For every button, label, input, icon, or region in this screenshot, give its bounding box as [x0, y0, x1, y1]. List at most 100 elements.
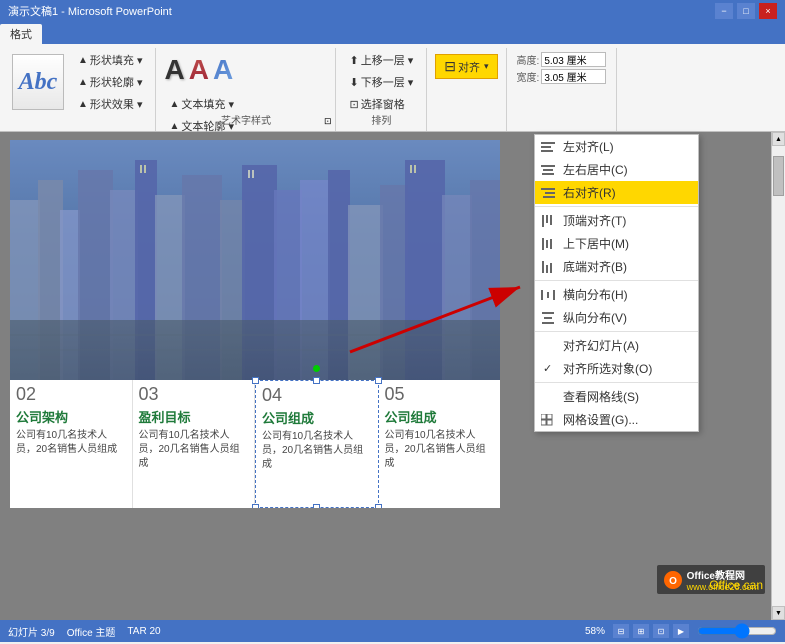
handle-bm [313, 504, 320, 508]
view-buttons: ⊟ ⊞ ⊡ ▶ [613, 624, 689, 638]
slide-info: 幻灯片 3/9 [8, 624, 55, 639]
shape-fill-button[interactable]: ▲ 形状填充 ▾ [73, 50, 147, 70]
maximize-button[interactable]: □ [737, 3, 755, 19]
send-backward-button[interactable]: ⬇ 下移一层 ▾ [344, 72, 418, 92]
close-button[interactable]: × [759, 3, 777, 19]
handle-tm [313, 377, 320, 384]
city-svg [10, 140, 500, 380]
handle-tr [375, 377, 382, 384]
arrange-row-1: ⬆ 上移一层 ▾ [344, 50, 418, 70]
col-num-05: 05 [385, 384, 495, 405]
ribbon-group-wordart: A A A ▲ 文本填充 ▾ ▲ 文本轮廓 ▾ ▲ 文本效果 ▾ 艺术字样 [156, 48, 336, 131]
col-text-03: 公司有10几名技术人员，20几名销售人员组成 [139, 429, 249, 471]
menu-item-align-top[interactable]: 顶端对齐(T) [535, 209, 698, 232]
menu-item-center-h[interactable]: 左右居中(C) [535, 158, 698, 181]
wordart-a3[interactable]: A [213, 54, 233, 86]
menu-item-align-selected[interactable]: 对齐所选对象(O) [535, 357, 698, 380]
title-text: 演示文稿1 - Microsoft PowerPoint [8, 3, 172, 19]
select-label: 选择窗格 [361, 96, 405, 112]
align-bottom-icon [541, 261, 555, 273]
down-label: 下移一层 ▾ [361, 74, 414, 90]
select-pane-button[interactable]: ⊡ 选择窗格 [344, 94, 409, 114]
menu-text-align-slide: 对齐幻灯片(A) [563, 337, 690, 354]
handle-bl [252, 504, 259, 508]
ribbon-group-align: ⊟ 对齐 ▾ [427, 48, 506, 131]
menu-text-grid-settings: 网格设置(G)... [563, 411, 690, 428]
slide-columns: 02 公司架构 公司有10几名技术人员，20名销售人员组成 03 盈利目标 公司… [10, 380, 500, 508]
window-controls: − □ × [715, 3, 777, 19]
width-label: 宽度: [517, 69, 540, 84]
rotation-handle[interactable] [313, 365, 320, 372]
bring-forward-button[interactable]: ⬆ 上移一层 ▾ [344, 50, 418, 70]
menu-text-align-bottom: 底端对齐(B) [563, 258, 690, 275]
slide-col-04[interactable]: 04 公司组成 公司有10几名技术人员，20几名销售人员组成 [255, 380, 379, 508]
col-title-03: 盈利目标 [139, 407, 249, 426]
title-bar: 演示文稿1 - Microsoft PowerPoint − □ × [0, 0, 785, 22]
align-left-icon [541, 141, 555, 153]
scroll-thumb[interactable] [773, 156, 784, 196]
scroll-down-button[interactable]: ▼ [772, 606, 785, 620]
menu-item-align-right[interactable]: 右对齐(R) [535, 181, 698, 204]
wordart-a1[interactable]: A [164, 54, 184, 86]
scroll-up-button[interactable]: ▲ [772, 132, 785, 146]
zoom-level: 58% [585, 626, 605, 637]
minimize-button[interactable]: − [715, 3, 733, 19]
tf-icon: ▲ [169, 99, 179, 110]
slideshow-button[interactable]: ▶ [673, 624, 689, 638]
col-title-05: 公司组成 [385, 407, 495, 426]
menu-text-distribute-v: 纵向分布(V) [563, 309, 690, 326]
slide-sorter-button[interactable]: ⊞ [633, 624, 649, 638]
align-icon: ⊟ [444, 58, 456, 75]
wordart-a2[interactable]: A [189, 54, 209, 86]
menu-text-align-left: 左对齐(L) [563, 138, 690, 155]
shape-effect-button[interactable]: ▲ 形状效果 ▾ [73, 94, 147, 114]
menu-item-align-bottom[interactable]: 底端对齐(B) [535, 255, 698, 278]
wordart-expand-icon[interactable]: ⊡ [324, 116, 332, 127]
effect-icon: ▲ [78, 99, 88, 110]
shape-buttons: ▲ 形状填充 ▾ ▲ 形状轮廓 ▾ ▲ 形状效果 ▾ [73, 50, 147, 114]
text-fill-button[interactable]: ▲ 文本填充 ▾ [164, 94, 238, 114]
theme-info: Office 主题 [67, 624, 116, 639]
office-can-text: Office can [709, 578, 763, 592]
menu-text-distribute-h: 横向分布(H) [563, 286, 690, 303]
down-icon: ⬇ [349, 76, 358, 89]
scroll-track[interactable] [772, 146, 785, 606]
menu-item-align-slide[interactable]: 对齐幻灯片(A) [535, 334, 698, 357]
zoom-slider[interactable] [697, 623, 777, 639]
handle-tl [252, 377, 259, 384]
menu-text-show-grid: 查看网格线(S) [563, 388, 690, 405]
menu-item-distribute-v[interactable]: 纵向分布(V) [535, 306, 698, 329]
height-label: 高度: [517, 52, 540, 67]
menu-item-grid-settings[interactable]: 网格设置(G)... [535, 408, 698, 431]
city-image [10, 140, 500, 380]
distribute-v-icon [541, 312, 555, 324]
distribute-h-icon [541, 289, 555, 301]
width-input[interactable] [541, 69, 606, 84]
svg-text:O: O [669, 576, 677, 587]
align-dropdown-button[interactable]: ⊟ 对齐 ▾ [435, 54, 497, 79]
shape-outline-button[interactable]: ▲ 形状轮廓 ▾ [73, 72, 147, 92]
tf-label: 文本填充 ▾ [181, 96, 234, 112]
wordart-label: 艺术字样式 [156, 112, 335, 127]
abc-button[interactable]: Abc [12, 54, 64, 110]
size-inputs: 高度: 宽度: [515, 50, 609, 86]
height-input[interactable] [541, 52, 606, 67]
col-num-03: 03 [139, 384, 249, 405]
menu-item-distribute-h[interactable]: 横向分布(H) [535, 283, 698, 306]
menu-text-align-top: 顶端对齐(T) [563, 212, 690, 229]
reading-view-button[interactable]: ⊡ [653, 624, 669, 638]
ribbon-tabs: 格式 [0, 22, 785, 44]
col-text-04: 公司有10几名技术人员，20几名销售人员组成 [262, 430, 372, 472]
up-label: 上移一层 ▾ [361, 52, 414, 68]
menu-separator-2 [535, 280, 698, 281]
menu-text-align-selected: 对齐所选对象(O) [563, 360, 690, 377]
menu-item-center-v[interactable]: 上下居中(M) [535, 232, 698, 255]
arrange-content: ⬆ 上移一层 ▾ ⬇ 下移一层 ▾ ⊡ 选择窗格 [344, 50, 418, 115]
menu-item-show-grid[interactable]: 查看网格线(S) [535, 385, 698, 408]
outline-icon: ▲ [78, 77, 88, 88]
tab-format[interactable]: 格式 [0, 24, 42, 44]
menu-separator-1 [535, 206, 698, 207]
menu-item-align-left[interactable]: 左对齐(L) [535, 135, 698, 158]
normal-view-button[interactable]: ⊟ [613, 624, 629, 638]
menu-text-center-v: 上下居中(M) [563, 235, 690, 252]
